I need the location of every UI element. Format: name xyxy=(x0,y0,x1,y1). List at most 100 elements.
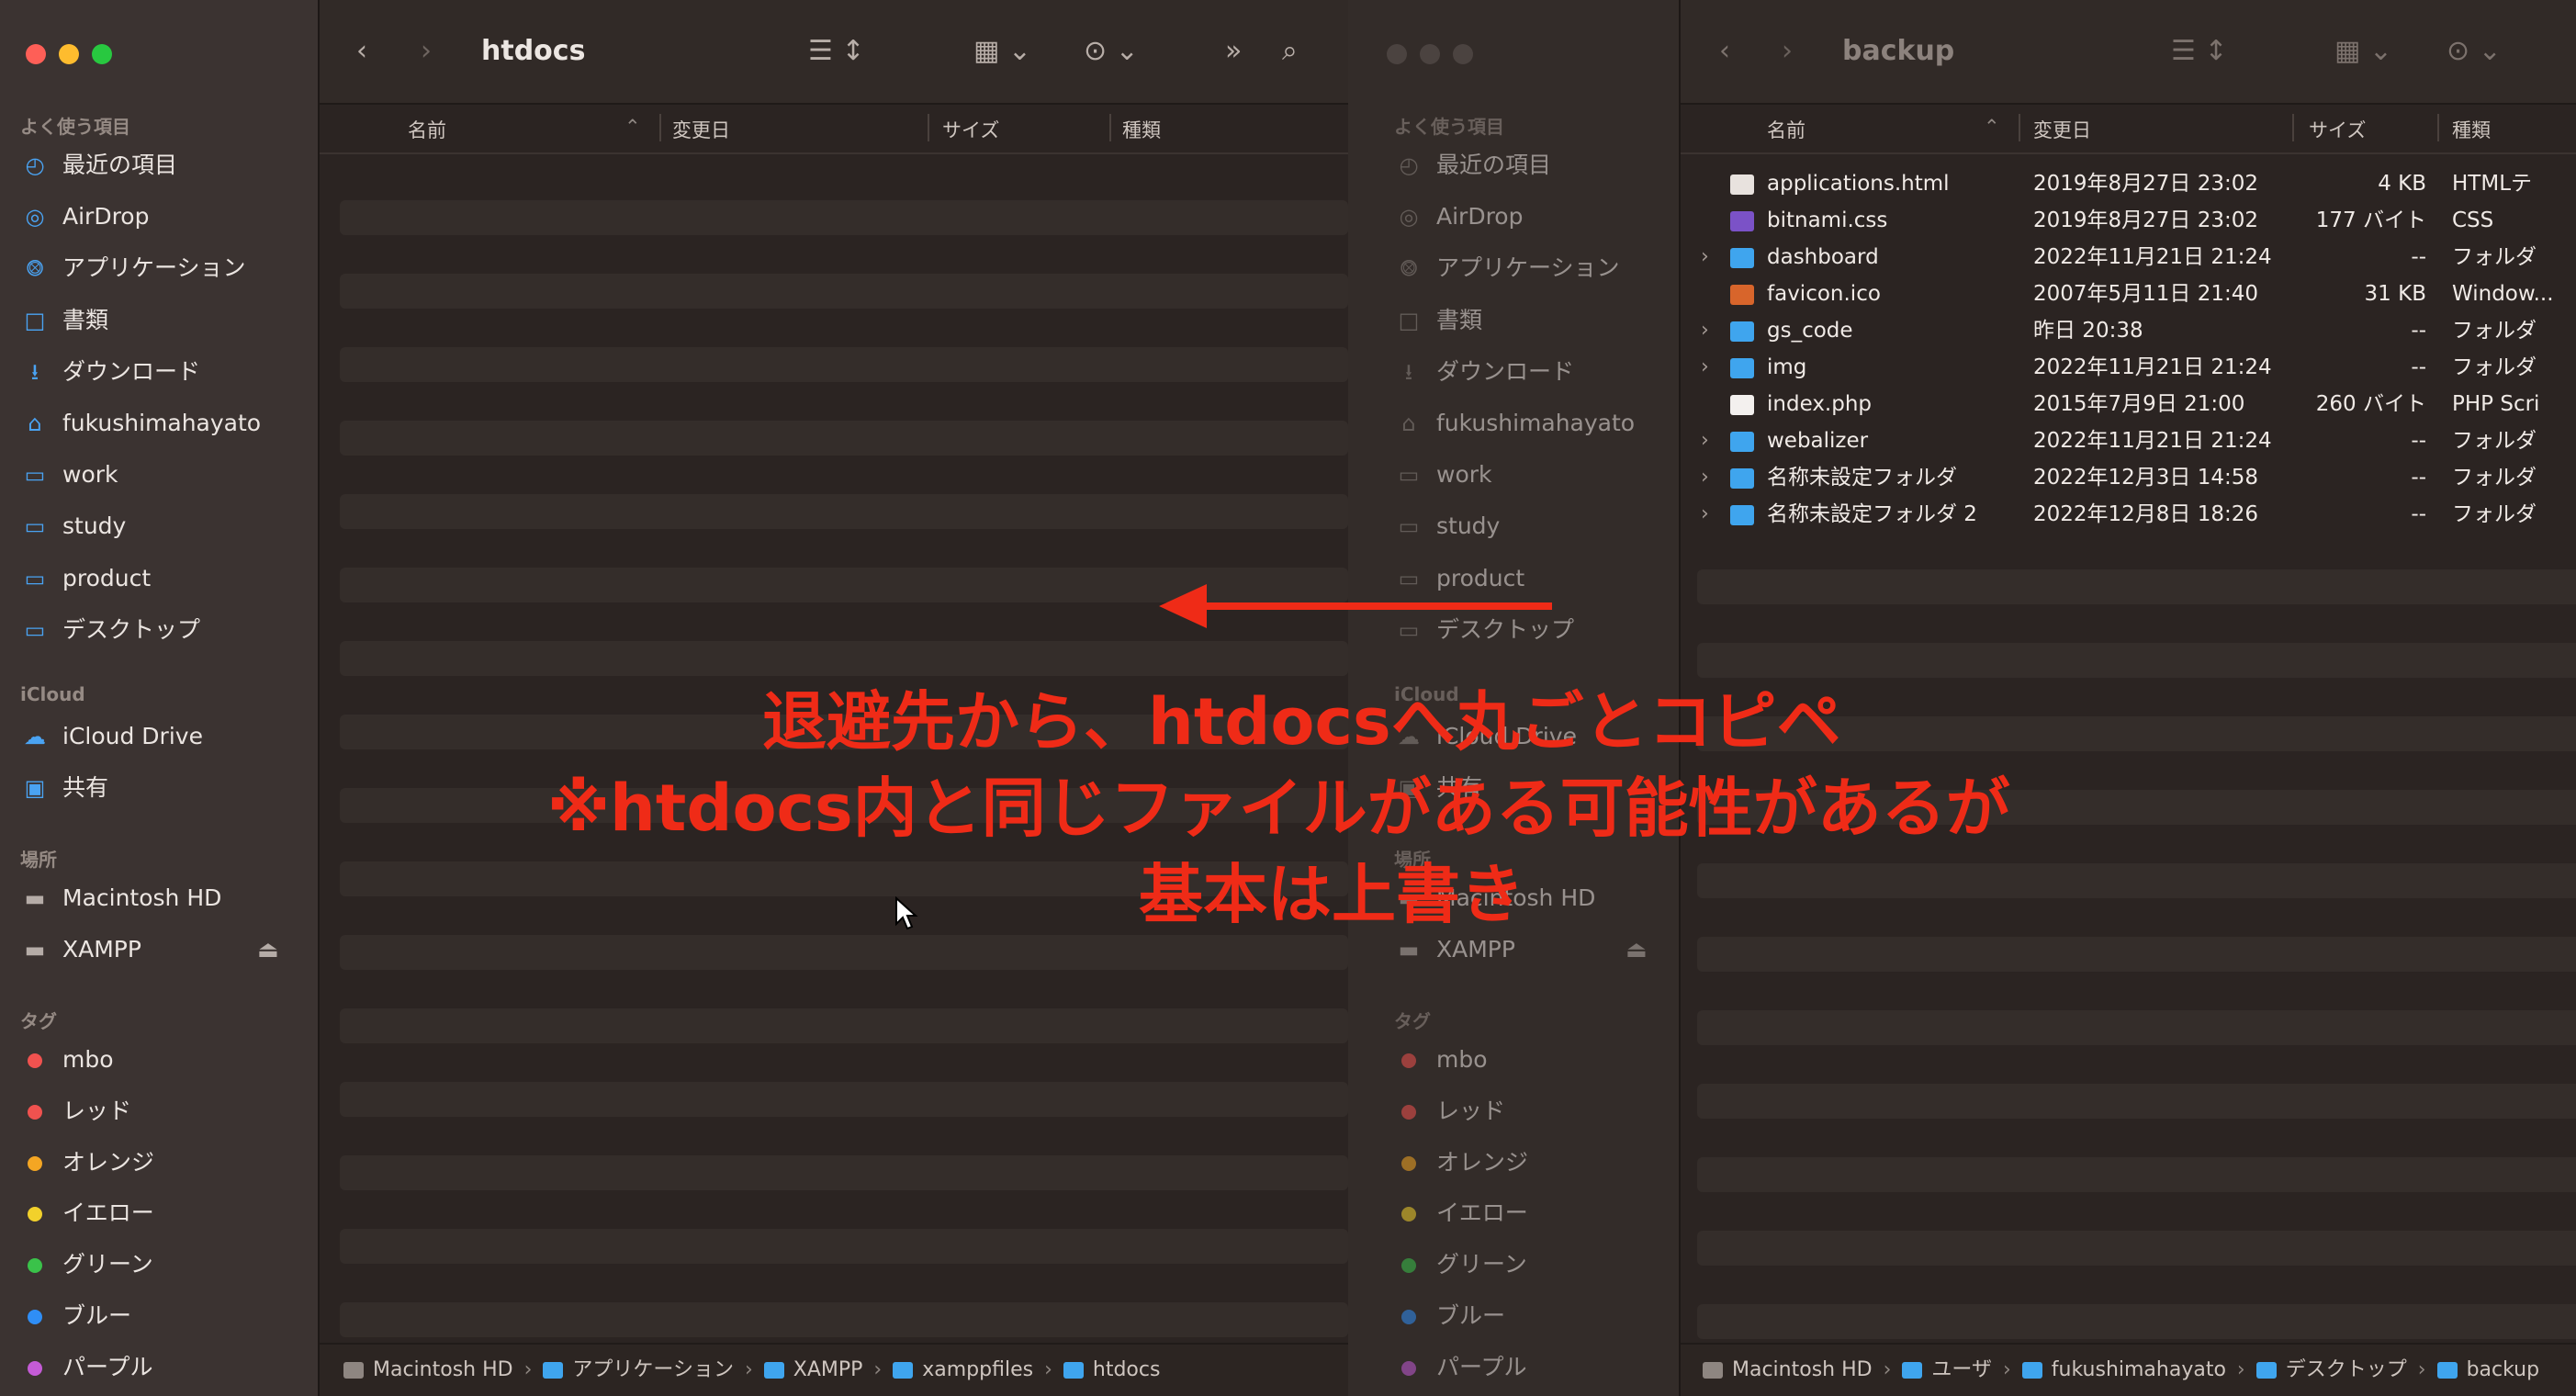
disclosure-chevron-icon[interactable]: › xyxy=(1701,239,1709,276)
sidebar-item[interactable]: ⨷ アプリケーション xyxy=(1396,248,1620,288)
zoom-window-button[interactable] xyxy=(1453,44,1473,64)
file-row[interactable]: favicon.ico 2007年5月11日 21:40 31 KB Window..… xyxy=(1681,276,2576,312)
sidebar-item[interactable]: ◎ AirDrop xyxy=(22,197,150,237)
sidebar-tag[interactable]: イエロー xyxy=(22,1193,154,1233)
file-row[interactable]: applications.html 2019年8月27日 23:02 4 KB HTM… xyxy=(1681,165,2576,202)
zoom-window-button[interactable] xyxy=(92,44,112,64)
disclosure-chevron-icon[interactable]: › xyxy=(1701,312,1709,349)
sidebar-tag[interactable]: パープル xyxy=(1396,1347,1527,1388)
sidebar-item[interactable]: ⌂ fukushimahayato xyxy=(1396,403,1635,444)
sidebar-item[interactable]: □ 書類 xyxy=(1396,300,1482,341)
sidebar-item[interactable]: ⭳ ダウンロード xyxy=(1396,352,1574,392)
forward-icon[interactable]: › xyxy=(1782,35,1793,67)
sidebar-tag[interactable]: グリーン xyxy=(1396,1244,1527,1285)
path-segment[interactable]: xamppfiles xyxy=(893,1358,1033,1381)
path-segment[interactable]: XAMPP xyxy=(763,1358,862,1381)
sidebar-item[interactable]: ⭳ ダウンロード xyxy=(22,352,200,392)
sidebar-item[interactable]: ⌂ fukushimahayato xyxy=(22,403,261,444)
column-kind[interactable]: 種類 xyxy=(1122,116,1161,143)
eject-icon[interactable]: ⏏ xyxy=(257,929,279,970)
sidebar-item[interactable]: ◴ 最近の項目 xyxy=(1396,145,1552,186)
path-segment[interactable]: ユーザ xyxy=(1902,1358,1992,1381)
path-segment[interactable]: アプリケーション xyxy=(543,1358,734,1381)
file-row[interactable]: › webalizer 2022年11月21日 21:24 -- フォルダ xyxy=(1681,422,2576,459)
sidebar-item[interactable]: ▬ Macintosh HD xyxy=(22,878,222,918)
column-size[interactable]: サイズ xyxy=(2309,116,2366,143)
column-name[interactable]: 名前 xyxy=(408,116,446,143)
sidebar-item[interactable]: ◴ 最近の項目 xyxy=(22,145,178,186)
disclosure-chevron-icon[interactable]: › xyxy=(1701,422,1709,459)
back-icon[interactable]: ‹ xyxy=(356,35,367,67)
expand-toolbar-icon[interactable]: » xyxy=(1225,35,1242,67)
path-segment[interactable]: backup xyxy=(2436,1358,2539,1381)
sidebar-tag[interactable]: オレンジ xyxy=(22,1143,154,1183)
search-icon[interactable]: ⌕ xyxy=(1282,35,1298,67)
file-name: favicon.ico xyxy=(1730,276,1881,312)
sidebar-tag-label: イエロー xyxy=(62,1199,154,1227)
file-row[interactable]: › 名称未設定フォルダ 2 2022年12月8日 18:26 -- フォルダ xyxy=(1681,496,2576,533)
minimize-window-button[interactable] xyxy=(59,44,79,64)
path-segment[interactable]: Macintosh HD xyxy=(343,1358,513,1381)
sidebar-tag[interactable]: オレンジ xyxy=(1396,1143,1528,1183)
sidebar-tag[interactable]: パープル xyxy=(22,1347,153,1388)
path-segment[interactable]: htdocs xyxy=(1063,1358,1160,1381)
sidebar-tag[interactable]: レッド xyxy=(22,1091,131,1131)
sort-ascending-icon[interactable]: ⌃ xyxy=(1984,116,2000,138)
minimize-window-button[interactable] xyxy=(1420,44,1440,64)
sidebar-tag[interactable]: mbo xyxy=(22,1040,114,1080)
close-window-button[interactable] xyxy=(1387,44,1407,64)
path-segment-label: xamppfiles xyxy=(922,1358,1034,1381)
disclosure-chevron-icon[interactable]: › xyxy=(1701,459,1709,496)
sidebar-item[interactable]: □ 書類 xyxy=(22,300,108,341)
column-name[interactable]: 名前 xyxy=(1767,116,1805,143)
back-icon[interactable]: ‹ xyxy=(1719,35,1730,67)
file-row[interactable]: index.php 2015年7月9日 21:00 260 バイト PHP Scri xyxy=(1681,386,2576,422)
disclosure-chevron-icon[interactable]: › xyxy=(1701,496,1709,533)
column-modified[interactable]: 変更日 xyxy=(2033,116,2091,143)
file-row[interactable]: › img 2022年11月21日 21:24 -- フォルダ xyxy=(1681,349,2576,386)
list-view-icon[interactable]: ☰ ↕ xyxy=(2171,35,2228,67)
file-row[interactable]: bitnami.css 2019年8月27日 23:02 177 バイト CSS xyxy=(1681,202,2576,239)
group-icon[interactable]: ▦ ⌄ xyxy=(2334,35,2392,67)
sidebar-item[interactable]: ▭ product xyxy=(1396,558,1525,599)
more-actions-icon[interactable]: ⊙ ⌄ xyxy=(2447,35,2502,67)
path-segment[interactable]: fukushimahayato xyxy=(2021,1358,2226,1381)
path-segment[interactable]: Macintosh HD xyxy=(1703,1358,1873,1381)
folder-icon xyxy=(893,1362,914,1379)
sidebar-tag[interactable]: グリーン xyxy=(22,1244,153,1285)
sidebar-tag[interactable]: ブルー xyxy=(1396,1296,1505,1336)
sidebar-item[interactable]: ▣ 共有 xyxy=(22,768,108,808)
file-row[interactable]: › gs_code 昨日 20:38 -- フォルダ xyxy=(1681,312,2576,349)
file-row[interactable]: › dashboard 2022年11月21日 21:24 -- フォルダ xyxy=(1681,239,2576,276)
column-size[interactable]: サイズ xyxy=(942,116,999,143)
forward-icon[interactable]: › xyxy=(421,35,432,67)
sidebar-item[interactable]: ▭ work xyxy=(22,455,118,495)
sidebar-item[interactable]: ▭ product xyxy=(22,558,152,599)
path-segment[interactable]: デスクトップ xyxy=(2255,1358,2407,1381)
sidebar-item[interactable]: ▭ デスクトップ xyxy=(1396,610,1574,650)
sidebar-item[interactable]: ▭ デスクトップ xyxy=(22,610,200,650)
sidebar-tag[interactable]: mbo xyxy=(1396,1040,1488,1080)
sidebar-tag[interactable]: レッド xyxy=(1396,1091,1505,1131)
disclosure-chevron-icon[interactable]: › xyxy=(1701,349,1709,386)
column-modified[interactable]: 変更日 xyxy=(672,116,730,143)
sidebar-item[interactable]: ▬ XAMPP xyxy=(22,929,141,970)
eject-icon[interactable]: ⏏ xyxy=(1625,929,1648,970)
close-window-button[interactable] xyxy=(26,44,46,64)
group-icon[interactable]: ▦ ⌄ xyxy=(973,35,1031,67)
sidebar-item[interactable]: ☁ iCloud Drive xyxy=(22,716,203,757)
sidebar-item[interactable]: ▭ study xyxy=(1396,506,1501,546)
column-kind[interactable]: 種類 xyxy=(2452,116,2491,143)
sidebar-item[interactable]: ⨷ アプリケーション xyxy=(22,248,246,288)
sidebar-item[interactable]: ◎ AirDrop xyxy=(1396,197,1524,237)
sort-ascending-icon[interactable]: ⌃ xyxy=(624,116,641,138)
more-actions-icon[interactable]: ⊙ ⌄ xyxy=(1084,35,1139,67)
sidebar-item[interactable]: ▭ study xyxy=(22,506,127,546)
file-name-label: index.php xyxy=(1767,392,1873,416)
file-size: -- xyxy=(2411,502,2426,526)
sidebar-item[interactable]: ▭ work xyxy=(1396,455,1492,495)
sidebar-tag[interactable]: イエロー xyxy=(1396,1193,1528,1233)
file-row[interactable]: › 名称未設定フォルダ 2022年12月3日 14:58 -- フォルダ xyxy=(1681,459,2576,496)
list-view-icon[interactable]: ☰ ↕ xyxy=(808,35,865,67)
sidebar-tag[interactable]: ブルー xyxy=(22,1296,131,1336)
